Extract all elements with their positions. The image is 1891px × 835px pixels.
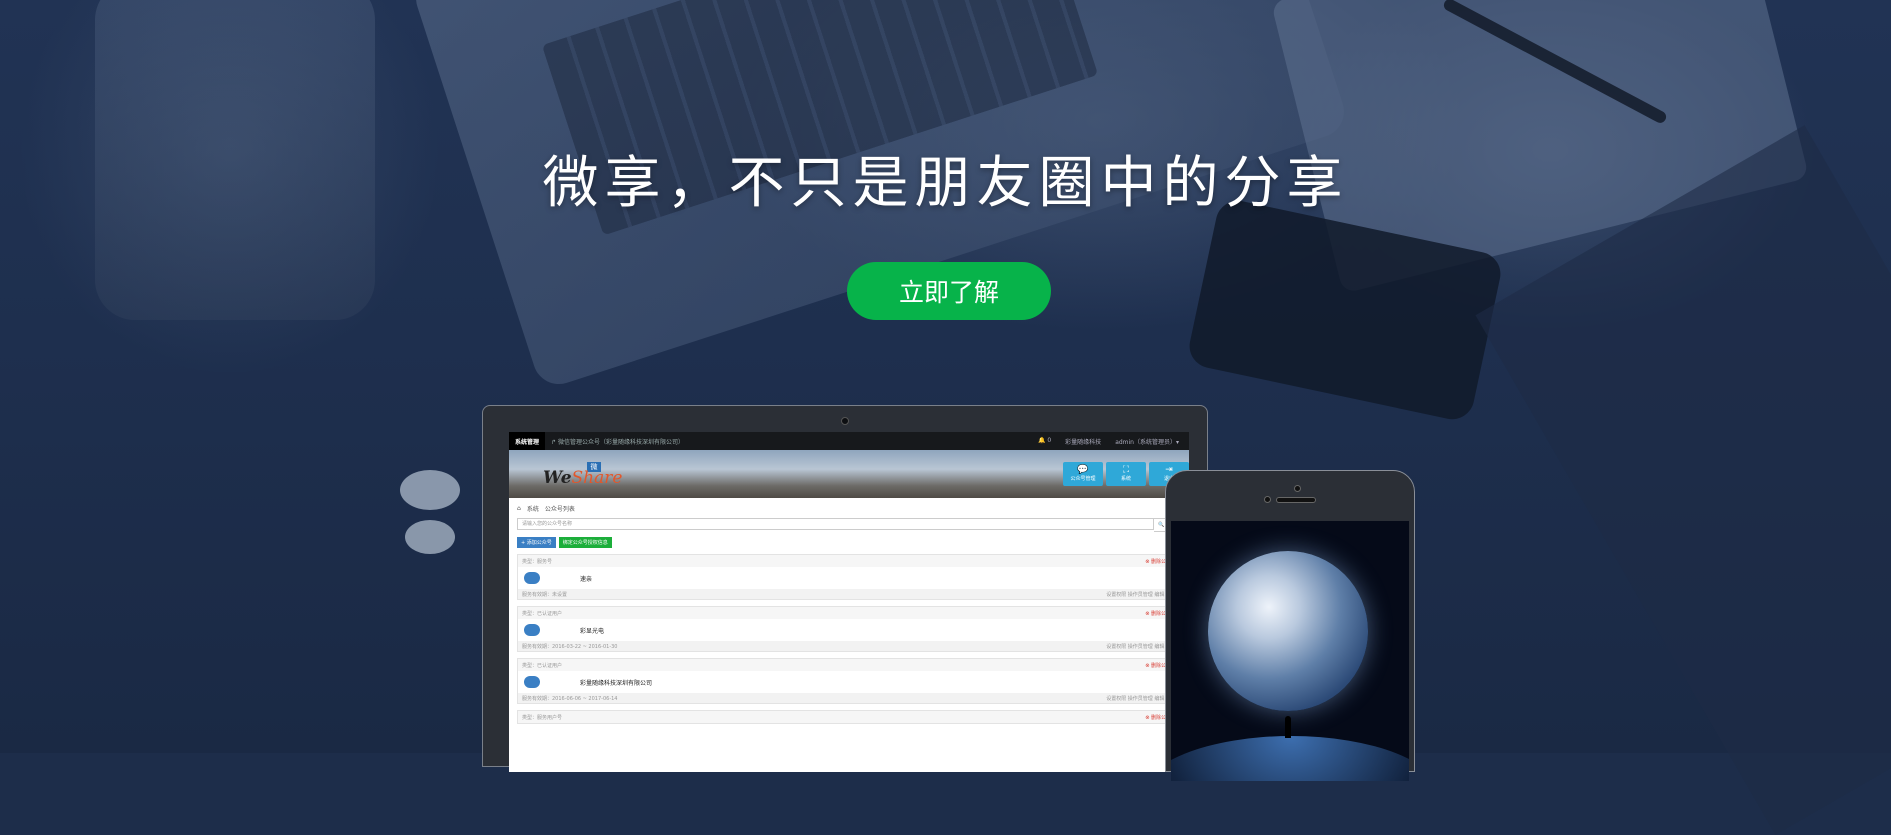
system-button[interactable]: ⛶ 系统	[1106, 462, 1146, 486]
earth-image	[1208, 551, 1368, 711]
phone-screen	[1171, 521, 1409, 781]
wechat-icon	[524, 676, 540, 688]
account-type: 类型：服务用户号	[522, 714, 563, 721]
topbar-brand[interactable]: 系统管理	[509, 432, 546, 450]
topbar-company[interactable]: 彩量随缘科技	[1065, 437, 1101, 446]
account-manage-button[interactable]: 💬 公众号管理	[1063, 462, 1103, 486]
service-period: 服务有效期：未设置	[522, 591, 568, 598]
learn-more-button[interactable]: 立即了解	[847, 262, 1051, 320]
account-name: 速亲	[580, 575, 593, 583]
horizon-image	[1171, 736, 1409, 781]
add-account-button[interactable]: + 添加公众号	[517, 537, 556, 548]
account-name: 彩显光电	[580, 627, 605, 635]
account-type: 类型：已认证用户	[522, 662, 563, 669]
app-banner: 微 WeShare 💬公众号管理 ⛶系统 ⇥退出	[509, 450, 1189, 498]
phone-camera	[1294, 485, 1301, 492]
account-name: 彩量随缘科技深圳有限公司	[580, 679, 653, 687]
laptop-screen: 系统管理 ↱ 微信管理公众号（彩量随缘科技深圳有限公司） 🔔 0 彩量随缘科技 …	[509, 432, 1189, 772]
wechat-icon	[524, 624, 540, 636]
background-earphone	[400, 470, 460, 510]
phone-speaker	[1276, 497, 1316, 503]
user-menu[interactable]: admin（系统管理员）▾	[1115, 437, 1179, 446]
wechat-icon	[524, 572, 540, 584]
account-type: 类型：已认证用户	[522, 610, 563, 617]
account-type: 类型：服务号	[522, 558, 553, 565]
search-bar: 请输入您的公众号名称 🔍 搜索	[517, 518, 1181, 532]
breadcrumb: ⌂ 系统 公众号列表	[517, 504, 1181, 513]
service-period: 服务有效期：2016-03-22 ~ 2016-01-30	[522, 643, 618, 650]
app-topbar: 系统管理 ↱ 微信管理公众号（彩量随缘科技深圳有限公司） 🔔 0 彩量随缘科技 …	[509, 432, 1189, 450]
laptop-mockup: 系统管理 ↱ 微信管理公众号（彩量随缘科技深圳有限公司） 🔔 0 彩量随缘科技 …	[482, 405, 1208, 772]
account-card: 类型：服务用户号 ⊗ 删除公众号	[517, 710, 1181, 724]
action-buttons: + 添加公众号 绑定公众号授权信息	[517, 537, 1181, 548]
topbar-current-account[interactable]: ↱ 微信管理公众号（彩量随缘科技深圳有限公司）	[545, 437, 684, 446]
laptop-camera	[841, 417, 849, 425]
phone-mockup	[1165, 470, 1415, 781]
weshare-logo: WeShare	[543, 468, 623, 488]
app-content: ⌂ 系统 公众号列表 请输入您的公众号名称 🔍 搜索 + 添加公众号 绑定公众号…	[509, 498, 1189, 730]
breadcrumb-item: 公众号列表	[544, 506, 575, 513]
account-card: 类型：服务号 ⊗ 删除公众号 速亲 服务有效期：未设置 设置权限 操作员管理 编辑 …	[517, 554, 1181, 600]
phone-front-camera	[1264, 496, 1271, 503]
person-silhouette	[1285, 716, 1291, 738]
breadcrumb-item[interactable]: 系统	[527, 504, 539, 513]
bind-account-button[interactable]: 绑定公众号授权信息	[558, 537, 612, 548]
notification-bell[interactable]: 🔔 0	[1038, 437, 1051, 446]
service-period: 服务有效期：2016-06-06 ~ 2017-06-14	[522, 695, 618, 702]
account-card: 类型：已认证用户 ⊗ 删除公众号 彩显光电 服务有效期：2016-03-22 ~ …	[517, 606, 1181, 652]
hero-slogan: 微享，不只是朋友圈中的分享	[542, 151, 1349, 216]
logout-icon: ⇥	[1165, 465, 1173, 475]
search-input[interactable]: 请输入您的公众号名称	[517, 518, 1154, 530]
org-icon: ⛶	[1122, 465, 1130, 475]
home-icon[interactable]: ⌂	[517, 505, 521, 512]
chat-icon: 💬	[1077, 465, 1089, 475]
background-earphone	[405, 520, 455, 554]
account-card: 类型：已认证用户 ⊗ 删除公众号 彩量随缘科技深圳有限公司 服务有效期：2016-…	[517, 658, 1181, 704]
